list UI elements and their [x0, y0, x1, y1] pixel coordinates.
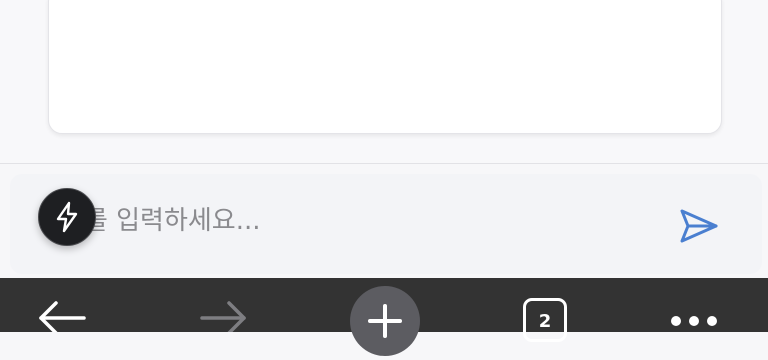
tab-count: 2 [538, 311, 552, 332]
plus-icon [368, 304, 402, 338]
arrow-left-icon [39, 301, 86, 335]
chat-area [0, 0, 768, 164]
composer-panel [0, 164, 768, 278]
message-input[interactable] [60, 196, 660, 246]
lightning-icon [56, 201, 78, 233]
back-button[interactable] [34, 298, 90, 335]
bottom-toolbar: 2 [0, 278, 768, 356]
new-tab-button[interactable] [350, 286, 420, 356]
forward-button[interactable] [196, 298, 252, 335]
send-icon [680, 209, 718, 243]
message-composer [10, 174, 762, 274]
arrow-right-icon [200, 301, 246, 335]
send-button[interactable] [674, 204, 722, 248]
tabs-button[interactable]: 2 [523, 298, 567, 342]
more-menu-button[interactable] [664, 306, 724, 332]
message-card [48, 0, 722, 134]
quick-action-button[interactable] [38, 188, 96, 246]
